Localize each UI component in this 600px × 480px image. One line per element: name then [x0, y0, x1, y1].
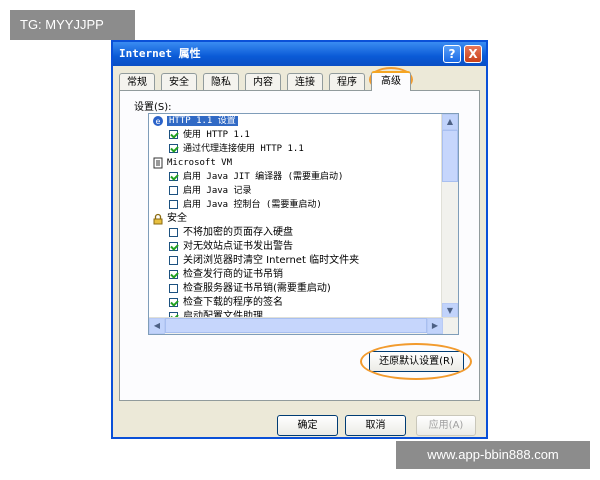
list-item-label: HTTP 1.1 设置: [167, 116, 238, 126]
ok-button[interactable]: 确定: [277, 415, 338, 436]
close-icon: X: [468, 47, 478, 61]
list-item[interactable]: 检查服务器证书吊销(需要重启动): [169, 282, 331, 296]
list-item[interactable]: 安全: [153, 212, 187, 226]
svg-text:e: e: [156, 117, 161, 126]
chevron-up-icon: ▲: [446, 117, 454, 126]
vertical-scrollbar[interactable]: ▲ ▼: [441, 114, 458, 319]
list-item[interactable]: 启用 Java 记录: [169, 184, 252, 198]
cancel-button[interactable]: 取消: [345, 415, 406, 436]
tab-content[interactable]: 内容: [245, 73, 281, 90]
document-icon: [153, 157, 163, 169]
list-item[interactable]: 检查下载的程序的签名: [169, 296, 283, 310]
list-item-label: 通过代理连接使用 HTTP 1.1: [183, 144, 304, 154]
list-item-label: 启用 Java 记录: [183, 186, 252, 196]
list-item-label: 对无效站点证书发出警告: [183, 241, 293, 252]
list-item-label: 检查发行商的证书吊销: [183, 269, 283, 280]
list-item-label: 不将加密的页面存入硬盘: [183, 227, 293, 238]
settings-list: e HTTP 1.1 设置 使用 HTTP 1.1 通过代理连接使用 HTTP …: [149, 114, 442, 319]
tab-privacy[interactable]: 隐私: [203, 73, 239, 90]
checkbox[interactable]: [169, 255, 178, 265]
tab-connections[interactable]: 连接: [287, 73, 323, 90]
list-item-label: 检查下载的程序的签名: [183, 297, 283, 308]
checkbox[interactable]: [169, 297, 178, 307]
list-item[interactable]: 检查发行商的证书吊销: [169, 268, 283, 282]
list-item[interactable]: 启用 Java JIT 编译器 (需要重启动): [169, 170, 343, 184]
watermark-top: TG: MYYJJPP: [10, 10, 135, 40]
chevron-down-icon: ▼: [446, 306, 454, 315]
checkbox[interactable]: [169, 143, 178, 153]
list-item-label: 启用 Java JIT 编译器 (需要重启动): [183, 172, 344, 182]
horizontal-scrollbar[interactable]: ◀ ▶: [149, 317, 458, 334]
tab-security[interactable]: 安全: [161, 73, 197, 90]
checkbox[interactable]: [169, 185, 178, 195]
list-item[interactable]: Microsoft VM: [153, 156, 232, 170]
checkbox[interactable]: [169, 199, 178, 209]
checkbox[interactable]: [169, 269, 178, 279]
ie-icon: e: [153, 116, 163, 126]
advanced-panel: 设置(S): e HTTP 1.1 设置 使用 HTTP 1.1 通过代理连接使…: [119, 90, 480, 401]
list-item[interactable]: 使用 HTTP 1.1: [169, 128, 250, 142]
checkbox[interactable]: [169, 129, 178, 139]
chevron-left-icon: ◀: [153, 321, 161, 330]
list-item-label: 启用 Java 控制台 (需要重启动): [183, 200, 322, 210]
list-item[interactable]: e HTTP 1.1 设置: [153, 114, 238, 128]
apply-button[interactable]: 应用(A): [416, 415, 476, 436]
list-item[interactable]: 不将加密的页面存入硬盘: [169, 226, 293, 240]
list-item-label: Microsoft VM: [167, 158, 233, 168]
help-icon: ?: [448, 47, 456, 61]
title-bar[interactable]: Internet 属性 ? X: [113, 42, 486, 66]
lock-icon: [153, 213, 163, 225]
checkbox[interactable]: [169, 227, 178, 237]
checkbox[interactable]: [169, 241, 178, 251]
list-item-label: 检查服务器证书吊销(需要重启动): [183, 283, 331, 294]
checkbox[interactable]: [169, 283, 178, 293]
tab-advanced[interactable]: 高级: [371, 71, 411, 91]
list-item-label: 使用 HTTP 1.1: [183, 130, 250, 140]
help-button[interactable]: ?: [443, 45, 461, 63]
internet-properties-dialog: Internet 属性 ? X 常规 安全 隐私 内容 连接 程序 高级 设置(…: [111, 40, 488, 439]
scroll-thumb[interactable]: [442, 130, 458, 182]
list-item[interactable]: 启用 Java 控制台 (需要重启动): [169, 198, 322, 212]
scroll-thumb-horizontal[interactable]: [165, 318, 427, 333]
list-item-label: 关闭浏览器时清空 Internet 临时文件夹: [183, 255, 360, 266]
list-item[interactable]: 关闭浏览器时清空 Internet 临时文件夹: [169, 254, 359, 268]
scroll-up-button[interactable]: ▲: [442, 114, 458, 130]
settings-listbox[interactable]: e HTTP 1.1 设置 使用 HTTP 1.1 通过代理连接使用 HTTP …: [148, 113, 459, 335]
list-item[interactable]: 对无效站点证书发出警告: [169, 240, 293, 254]
restore-defaults-button[interactable]: 还原默认设置(R): [369, 351, 464, 372]
list-item-label: 安全: [167, 213, 187, 224]
scroll-left-button[interactable]: ◀: [149, 318, 165, 334]
settings-label: 设置(S):: [134, 102, 172, 113]
close-button[interactable]: X: [464, 45, 482, 63]
chevron-right-icon: ▶: [431, 321, 439, 330]
tab-programs[interactable]: 程序: [329, 73, 365, 90]
window-title: Internet 属性: [119, 47, 201, 60]
tab-general[interactable]: 常规: [119, 73, 155, 90]
watermark-bottom: www.app-bbin888.com: [396, 441, 590, 469]
scroll-right-button[interactable]: ▶: [427, 318, 443, 334]
list-item[interactable]: 通过代理连接使用 HTTP 1.1: [169, 142, 304, 156]
checkbox[interactable]: [169, 171, 178, 181]
